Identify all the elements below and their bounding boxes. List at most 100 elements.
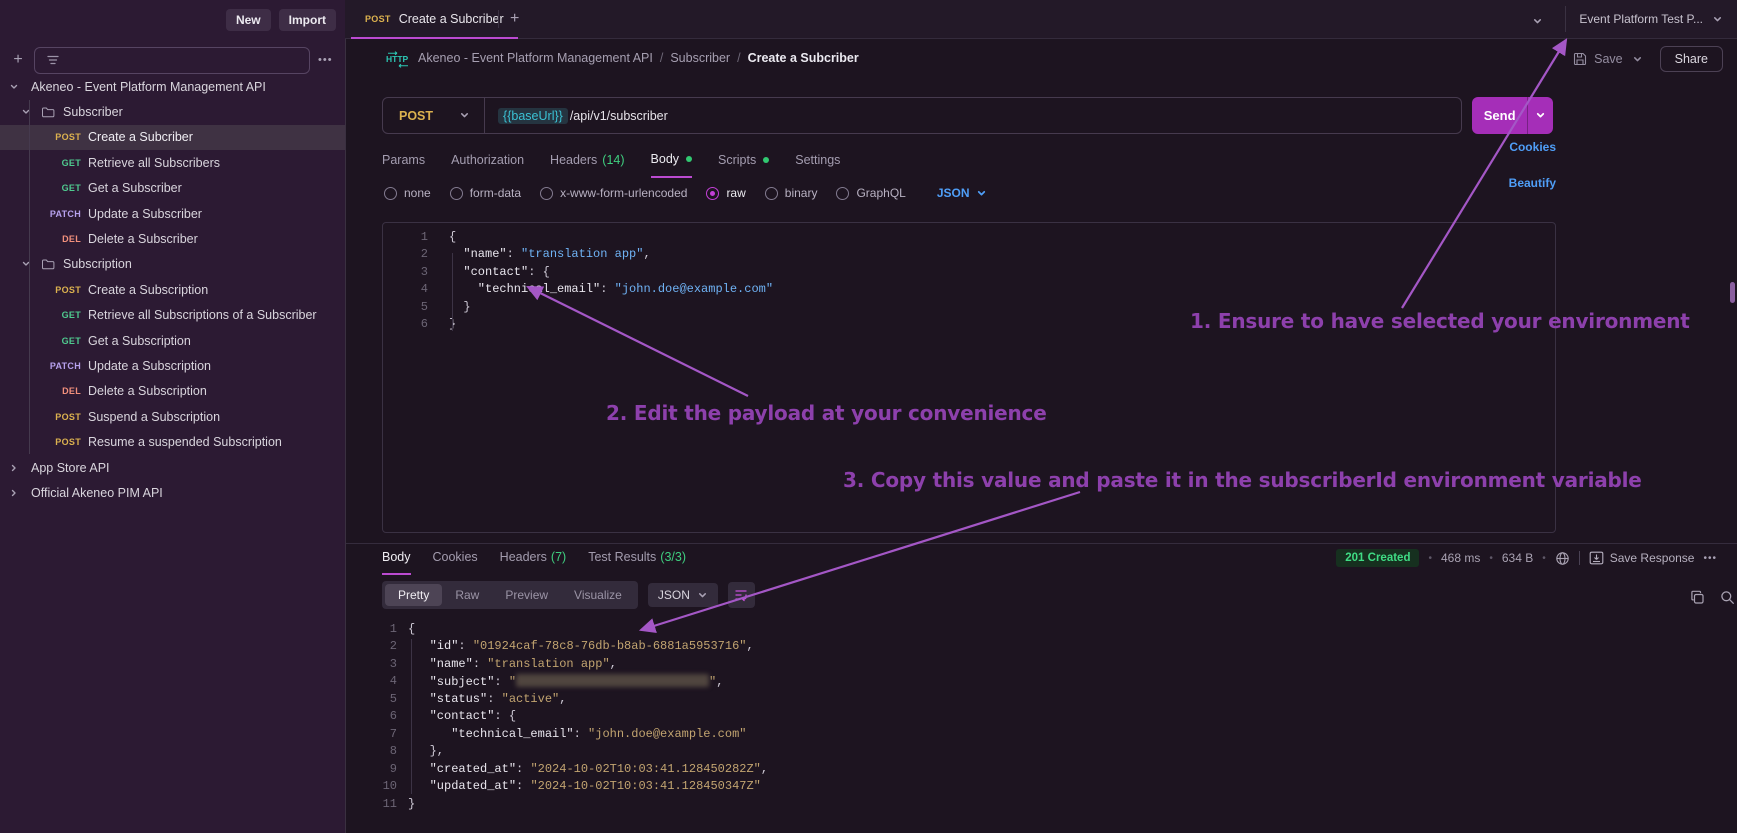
code-line: 9 "created_at": "2024-10-02T10:03:41.128…	[382, 760, 1682, 778]
chevron-down-icon	[976, 188, 987, 199]
response-language-select[interactable]: JSON	[648, 583, 718, 607]
environment-name: Event Platform Test P...	[1579, 12, 1703, 26]
tab-label: Params	[382, 153, 425, 167]
code-line: 4 "subject": "",	[382, 673, 1682, 691]
new-tab-icon[interactable]: +	[510, 10, 519, 28]
sidebar-item-delete-a-subscriber[interactable]: DELDelete a Subscriber	[0, 226, 345, 251]
save-options-chevron-icon[interactable]	[1632, 54, 1643, 65]
request-tab[interactable]: POST Create a Subcriber	[351, 0, 518, 38]
body-mode-form-data[interactable]: form-data	[450, 186, 521, 200]
tabs-overflow-chevron-icon[interactable]	[1532, 14, 1543, 32]
response-tabs: Body Cookies Headers (7) Test Results (3/3)	[382, 550, 686, 575]
response-code[interactable]: 1{2 "id": "01924caf-78c8-76db-b8ab-6881a…	[382, 620, 1682, 813]
method-chevron-icon[interactable]	[459, 110, 470, 121]
body-mode-label: GraphQL	[856, 186, 905, 200]
sidebar-item-create-a-subcriber[interactable]: POSTCreate a Subcriber	[0, 125, 345, 150]
beautify-link[interactable]: Beautify	[1509, 176, 1556, 190]
line-number: 1	[382, 622, 397, 636]
search-input[interactable]	[34, 47, 310, 74]
annotation-payload: 2. Edit the payload at your convenience	[606, 401, 1047, 425]
view-pretty[interactable]: Pretty	[385, 584, 442, 606]
sidebar-item-retrieve-all-subscribers[interactable]: GETRetrieve all Subscribers	[0, 150, 345, 175]
chevron-down-icon	[1712, 14, 1723, 25]
tab-settings[interactable]: Settings	[795, 152, 840, 178]
sidebar-item-subscriber[interactable]: Subscriber	[0, 99, 345, 124]
url-variable-chip[interactable]: {{baseUrl}}	[498, 108, 568, 124]
dot-separator: •	[1428, 553, 1432, 564]
tab-scripts[interactable]: Scripts	[718, 152, 769, 178]
cookies-link[interactable]: Cookies	[1509, 140, 1556, 154]
method-select-value[interactable]: POST	[399, 109, 433, 123]
sidebar-item-get-a-subscription[interactable]: GETGet a Subscription	[0, 328, 345, 353]
response-tab-body[interactable]: Body	[382, 550, 411, 575]
copy-icon[interactable]	[1690, 590, 1705, 610]
body-mode-x-www-form-urlencoded[interactable]: x-www-form-urlencoded	[540, 186, 687, 200]
environment-selector[interactable]: Event Platform Test P...	[1579, 0, 1723, 38]
sidebar-item-resume-a-suspended-subscription[interactable]: POSTResume a suspended Subscription	[0, 429, 345, 454]
network-globe-icon[interactable]	[1555, 551, 1570, 566]
sidebar-item-app-store-api[interactable]: App Store API	[0, 455, 345, 480]
chevron-right-icon[interactable]	[9, 463, 19, 473]
response-tab-test-results[interactable]: Test Results (3/3)	[588, 550, 686, 575]
sidebar-item-update-a-subscription[interactable]: PATCHUpdate a Subscription	[0, 353, 345, 378]
breadcrumb-folder[interactable]: Subscriber	[670, 51, 730, 65]
tab-count: (3/3)	[660, 550, 686, 566]
more-options-icon[interactable]: •••	[1703, 553, 1717, 564]
code-text: "status": "active",	[408, 692, 566, 706]
view-preview[interactable]: Preview	[492, 584, 561, 606]
breadcrumb-collection[interactable]: Akeneo - Event Platform Management API	[418, 51, 653, 65]
item-label: Subscription	[63, 257, 132, 271]
body-mode-none[interactable]: none	[384, 186, 431, 200]
sidebar-item-delete-a-subscription[interactable]: DELDelete a Subscription	[0, 379, 345, 404]
method-label: POST	[46, 285, 81, 295]
breadcrumb-row: HTTP Akeneo - Event Platform Management …	[345, 39, 1737, 79]
method-label: POST	[46, 412, 81, 422]
response-tab-cookies[interactable]: Cookies	[433, 550, 478, 575]
scrollbar-thumb[interactable]	[1730, 282, 1735, 303]
body-mode-graphql[interactable]: GraphQL	[836, 186, 905, 200]
chevron-down-icon[interactable]	[9, 82, 19, 92]
view-raw[interactable]: Raw	[442, 584, 492, 606]
sidebar-item-subscription[interactable]: Subscription	[0, 252, 345, 277]
response-view-switcher: PrettyRawPreviewVisualize	[382, 581, 638, 609]
sidebar-item-official-akeneo-pim-api[interactable]: Official Akeneo PIM API	[0, 480, 345, 505]
sidebar-item-suspend-a-subscription[interactable]: POSTSuspend a Subscription	[0, 404, 345, 429]
code-line: 3 "contact": {	[383, 263, 1555, 281]
tab-body[interactable]: Body	[651, 152, 693, 178]
response-tab-headers[interactable]: Headers (7)	[500, 550, 567, 575]
new-button[interactable]: New	[226, 9, 271, 31]
sidebar-item-get-a-subscriber[interactable]: GETGet a Subscriber	[0, 176, 345, 201]
import-button[interactable]: Import	[279, 9, 336, 31]
sidebar-item-create-a-subscription[interactable]: POSTCreate a Subscription	[0, 277, 345, 302]
view-visualize[interactable]: Visualize	[561, 584, 635, 606]
annotation-subscriber-id: 3. Copy this value and paste it in the s…	[843, 468, 1642, 492]
send-options-chevron-icon[interactable]	[1527, 97, 1553, 134]
tab-label: Scripts	[718, 153, 756, 167]
sidebar-item-retrieve-all-subscriptions-of-a-subscriber[interactable]: GETRetrieve all Subscriptions of a Subsc…	[0, 303, 345, 328]
tab-params[interactable]: Params	[382, 152, 425, 178]
breadcrumb-separator: /	[660, 51, 663, 65]
wrap-text-button[interactable]	[728, 582, 755, 608]
search-icon[interactable]	[1720, 590, 1735, 610]
language-select[interactable]: JSON	[937, 186, 987, 200]
send-button[interactable]: Send	[1472, 97, 1527, 134]
item-label: Update a Subscriber	[88, 207, 202, 221]
chevron-right-icon[interactable]	[9, 488, 19, 498]
add-icon[interactable]: +	[9, 51, 27, 69]
url-bar: POST {{baseUrl}} /api/v1/subscriber	[382, 97, 1462, 134]
meta-divider	[1579, 551, 1580, 565]
url-input[interactable]: /api/v1/subscriber	[570, 109, 668, 123]
tab-headers[interactable]: Headers (14)	[550, 152, 624, 178]
tab-count: (14)	[602, 153, 624, 167]
more-options-icon[interactable]: •••	[318, 54, 333, 66]
sidebar-search-row: + •••	[0, 44, 345, 76]
sidebar-item-update-a-subscriber[interactable]: PATCHUpdate a Subscriber	[0, 201, 345, 226]
body-mode-binary[interactable]: binary	[765, 186, 818, 200]
body-mode-raw[interactable]: raw	[706, 186, 745, 200]
share-button[interactable]: Share	[1660, 46, 1723, 72]
sidebar-item-akeneo-event-platform-management-api[interactable]: Akeneo - Event Platform Management API	[0, 74, 345, 99]
tab-authorization[interactable]: Authorization	[451, 152, 524, 178]
line-number: 5	[382, 692, 397, 706]
save-response-button[interactable]: Save Response	[1589, 551, 1695, 565]
save-button[interactable]: Save	[1573, 52, 1623, 66]
